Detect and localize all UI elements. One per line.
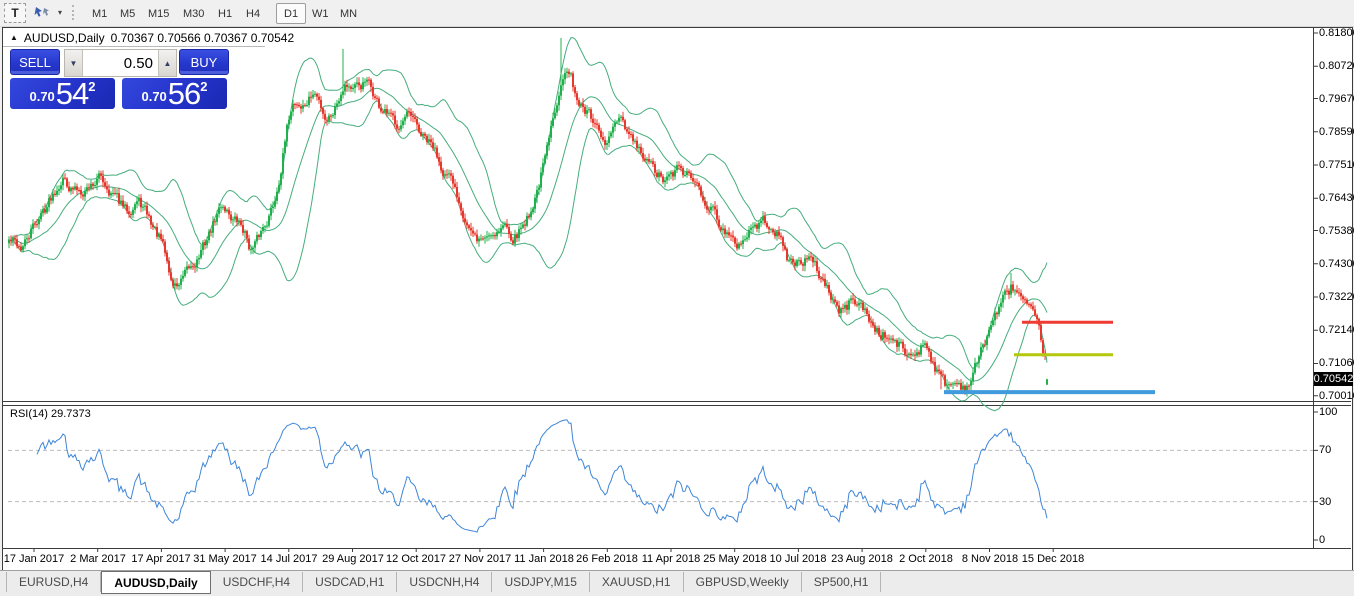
sell-price-big: 54 xyxy=(56,80,88,107)
buy-price-big: 56 xyxy=(168,80,200,107)
volume-spinner: ▼ ▲ xyxy=(64,49,177,77)
chart-tab-usdcad-h1[interactable]: USDCAD,H1 xyxy=(303,572,397,592)
chart-tab-usdjpy-m15[interactable]: USDJPY,M15 xyxy=(492,572,589,592)
volume-input[interactable] xyxy=(83,50,158,76)
one-click-trade-panel: SELL ▼ ▲ BUY 0.70 54 2 0.70 56 2 xyxy=(8,47,229,110)
chart-tab-xauusd-h1[interactable]: XAUUSD,H1 xyxy=(590,572,684,592)
chart-header: ▲ AUDUSD,Daily 0.70367 0.70566 0.70367 0… xyxy=(10,31,294,45)
current-price-tag: 0.70542 xyxy=(1314,372,1353,386)
bull-candle-bodies xyxy=(8,72,1048,393)
buy-price-prefix: 0.70 xyxy=(141,89,166,104)
chart-tab-audusd-daily[interactable]: AUDUSD,Daily xyxy=(101,571,210,594)
bear-candle-wicks xyxy=(11,69,1045,395)
buy-price-quote[interactable]: 0.70 56 2 xyxy=(122,78,227,109)
rsi-indicator-label: RSI(14) 29.7373 xyxy=(10,408,91,420)
volume-decrease-button[interactable]: ▼ xyxy=(65,50,83,76)
axis-tick-marks xyxy=(34,33,1318,552)
chart-tab-usdchf-h4[interactable]: USDCHF,H4 xyxy=(211,572,303,592)
chart-ohlc-values: 0.70367 0.70566 0.70367 0.70542 xyxy=(111,31,295,45)
rsi-level-lines xyxy=(8,450,1313,501)
chart-tab-gbpusd-weekly[interactable]: GBPUSD,Weekly xyxy=(684,572,802,592)
bollinger-middle-band xyxy=(11,88,1047,381)
chart-symbol-title: AUDUSD,Daily xyxy=(24,31,105,45)
symbol-tab-bar: EURUSD,H4AUDUSD,DailyUSDCHF,H4USDCAD,H1U… xyxy=(0,570,1354,596)
panel-collapse-icon[interactable]: ▲ xyxy=(10,34,18,42)
volume-increase-button[interactable]: ▲ xyxy=(158,50,176,76)
rsi-line xyxy=(37,420,1047,532)
chart-tab-sp500-h1[interactable]: SP500,H1 xyxy=(802,572,882,592)
sell-price-prefix: 0.70 xyxy=(29,89,54,104)
chart-tab-usdcnh-h4[interactable]: USDCNH,H4 xyxy=(397,572,492,592)
bear-candle-bodies xyxy=(10,72,1046,393)
buy-button[interactable]: BUY xyxy=(179,49,229,75)
buy-price-pip: 2 xyxy=(200,79,207,94)
trading-platform-window: T ▾ M1M5M15M30H1H4D1W1MN ▲ AUDUSD,Daily … xyxy=(0,0,1354,596)
sell-button[interactable]: SELL xyxy=(10,49,60,75)
chart-tab-eurusd-h4[interactable]: EURUSD,H4 xyxy=(6,572,101,592)
sell-price-pip: 2 xyxy=(88,79,95,94)
sell-price-quote[interactable]: 0.70 54 2 xyxy=(10,78,115,109)
